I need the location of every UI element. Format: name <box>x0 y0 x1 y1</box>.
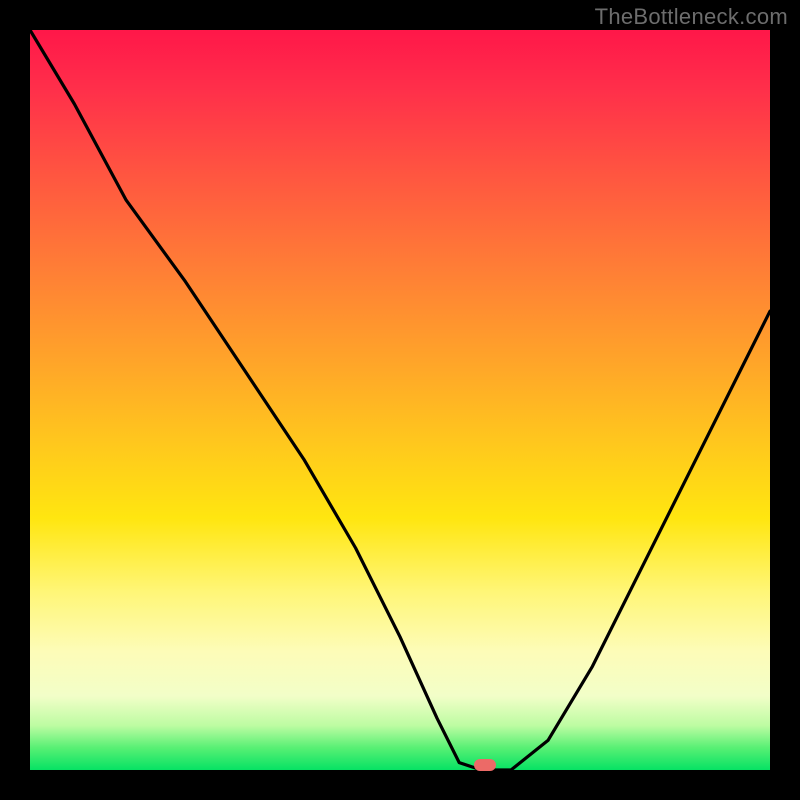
watermark-text: TheBottleneck.com <box>595 4 788 30</box>
chart-root: TheBottleneck.com <box>0 0 800 800</box>
bottleneck-curve <box>0 0 800 800</box>
optimum-marker <box>474 759 496 771</box>
